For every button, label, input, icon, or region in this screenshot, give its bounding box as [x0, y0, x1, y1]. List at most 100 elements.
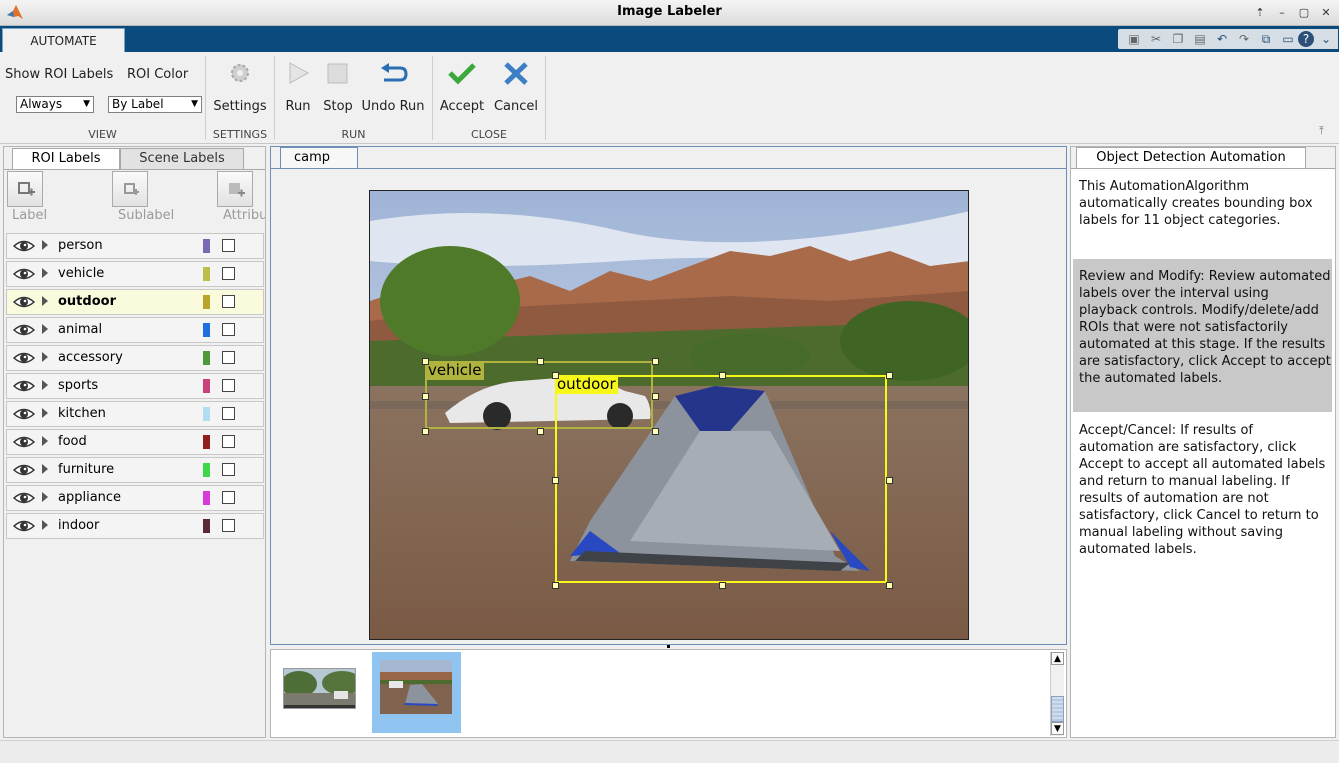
scroll-up-icon[interactable]: ▲ [1051, 652, 1064, 665]
settings-button[interactable]: Settings [210, 62, 270, 114]
eye-icon[interactable] [13, 434, 35, 450]
expand-triangle-icon[interactable] [42, 352, 48, 362]
switch-windows-icon[interactable]: ⧉ [1258, 31, 1274, 47]
minimize-icon[interactable]: – [1273, 4, 1291, 21]
copy-icon[interactable]: ❐ [1170, 31, 1186, 47]
help-icon[interactable]: ? [1298, 31, 1314, 47]
undo-run-icon [381, 63, 408, 82]
thumbnail-1-image [284, 669, 355, 708]
eye-icon[interactable] [13, 462, 35, 478]
label-color-swatch [203, 239, 210, 253]
stop-label: Stop [323, 99, 353, 114]
save-icon[interactable]: ▣ [1126, 31, 1142, 47]
show-roi-labels-dropdown[interactable]: Always ▼ [16, 96, 94, 113]
label-checkbox[interactable] [222, 519, 235, 532]
tab-roi-labels[interactable]: ROI Labels [12, 148, 120, 169]
add-label-button[interactable] [7, 171, 43, 207]
label-checkbox[interactable] [222, 463, 235, 476]
eye-icon[interactable] [13, 350, 35, 366]
label-row-appliance[interactable]: appliance [6, 485, 264, 511]
roi-box-outdoor[interactable]: outdoor [555, 375, 887, 583]
expand-triangle-icon[interactable] [42, 408, 48, 418]
label-row-sports[interactable]: sports [6, 373, 264, 399]
layout-icon[interactable]: ▭ [1280, 31, 1296, 47]
label-checkbox[interactable] [222, 295, 235, 308]
label-row-person[interactable]: person [6, 233, 264, 259]
expand-triangle-icon[interactable] [42, 380, 48, 390]
roi-tag-vehicle: vehicle [425, 361, 485, 380]
eye-icon[interactable] [13, 490, 35, 506]
image-canvas[interactable]: vehicle outdoor [369, 190, 969, 640]
label-checkbox[interactable] [222, 351, 235, 364]
expand-triangle-icon[interactable] [42, 324, 48, 334]
label-color-swatch [203, 435, 210, 449]
roi-color-dropdown[interactable]: By Label ▼ [108, 96, 202, 113]
eye-icon[interactable] [13, 518, 35, 534]
cancel-label: Cancel [493, 99, 539, 114]
run-button[interactable]: Run [280, 62, 316, 114]
play-icon [289, 62, 310, 84]
label-row-accessory[interactable]: accessory [6, 345, 264, 371]
tab-image-camp[interactable]: camp [280, 147, 358, 168]
thumbnail-image-2[interactable] [380, 660, 452, 714]
label-row-furniture[interactable]: furniture [6, 457, 264, 483]
expand-triangle-icon[interactable] [42, 436, 48, 446]
cut-icon[interactable]: ✂ [1148, 31, 1164, 47]
eye-icon[interactable] [13, 266, 35, 282]
expand-triangle-icon[interactable] [42, 240, 48, 250]
expand-triangle-icon[interactable] [42, 296, 48, 306]
label-checkbox[interactable] [222, 323, 235, 336]
expand-triangle-icon[interactable] [42, 268, 48, 278]
tab-automate[interactable]: AUTOMATE [2, 28, 125, 52]
run-label: Run [285, 99, 311, 114]
add-sublabel-button[interactable] [112, 171, 148, 207]
label-color-swatch [203, 267, 210, 281]
collapse-toolstrip-icon[interactable]: ⤒ [1319, 124, 1331, 137]
add-sublabel-icon [124, 183, 139, 195]
window-help-icon[interactable]: ⇡ [1251, 4, 1269, 21]
redo-icon[interactable]: ↷ [1236, 31, 1252, 47]
label-row-vehicle[interactable]: vehicle [6, 261, 264, 287]
label-checkbox[interactable] [222, 435, 235, 448]
label-checkbox[interactable] [222, 407, 235, 420]
add-sublabel-label: Sublabel [118, 208, 175, 223]
stop-button[interactable]: Stop [320, 62, 356, 114]
label-checkbox[interactable] [222, 491, 235, 504]
label-checkbox[interactable] [222, 379, 235, 392]
thumbnail-2-image [380, 660, 452, 714]
label-row-animal[interactable]: animal [6, 317, 264, 343]
paste-icon[interactable]: ▤ [1192, 31, 1208, 47]
expand-triangle-icon[interactable] [42, 492, 48, 502]
undo-icon[interactable]: ↶ [1214, 31, 1230, 47]
window-title: Image Labeler [617, 4, 722, 19]
eye-icon[interactable] [13, 378, 35, 394]
add-attribute-button[interactable] [217, 171, 253, 207]
label-row-food[interactable]: food [6, 429, 264, 455]
label-row-indoor[interactable]: indoor [6, 513, 264, 539]
accept-button[interactable]: Accept [437, 62, 487, 114]
tab-scene-labels[interactable]: Scene Labels [120, 148, 244, 169]
expand-icon[interactable]: ⌄ [1318, 31, 1334, 47]
maximize-icon[interactable]: ▢ [1295, 4, 1313, 21]
thumbnail-image-1[interactable] [283, 668, 356, 709]
undo-run-button[interactable]: Undo Run [360, 62, 426, 114]
expand-triangle-icon[interactable] [42, 520, 48, 530]
filmstrip-scrollbar[interactable]: ▲ ▼ [1050, 652, 1064, 736]
eye-icon[interactable] [13, 322, 35, 338]
close-icon[interactable]: ✕ [1317, 4, 1335, 21]
thumbnail-selected[interactable] [372, 652, 461, 733]
eye-icon[interactable] [13, 294, 35, 310]
label-checkbox[interactable] [222, 239, 235, 252]
expand-triangle-icon[interactable] [42, 464, 48, 474]
label-row-kitchen[interactable]: kitchen [6, 401, 264, 427]
label-row-outdoor[interactable]: outdoor [6, 289, 264, 315]
scroll-down-icon[interactable]: ▼ [1051, 722, 1064, 735]
undo-run-label: Undo Run [361, 99, 425, 114]
eye-icon[interactable] [13, 238, 35, 254]
cancel-button[interactable]: Cancel [491, 62, 541, 114]
tab-object-detection-automation[interactable]: Object Detection Automation [1076, 147, 1306, 168]
eye-icon[interactable] [13, 406, 35, 422]
scroll-thumb[interactable] [1051, 696, 1064, 722]
splitter-dot[interactable] [667, 645, 670, 648]
label-checkbox[interactable] [222, 267, 235, 280]
